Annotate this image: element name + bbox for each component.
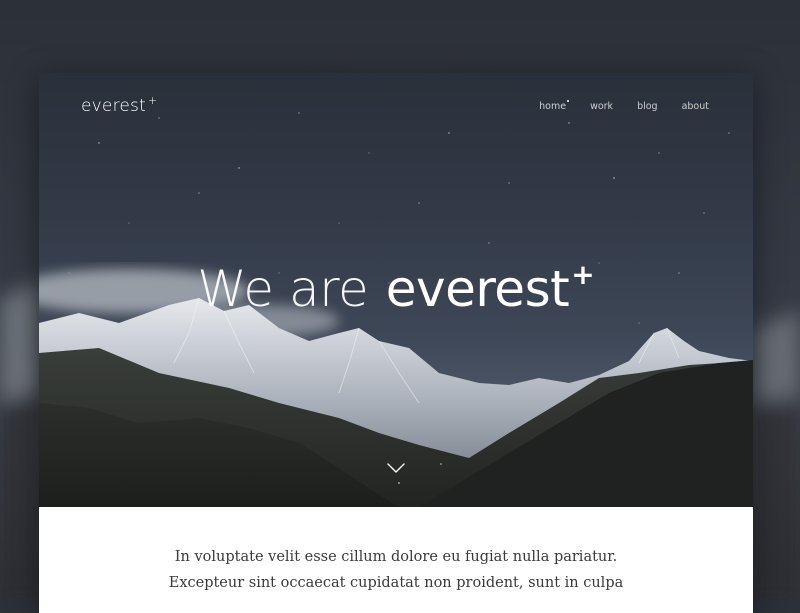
- intro-section: In voluptate velit esse cillum dolore eu…: [39, 507, 753, 613]
- nav-item-blog[interactable]: blog: [637, 101, 658, 112]
- nav-item-label: home: [539, 101, 567, 112]
- nav-item-label: blog: [637, 101, 658, 112]
- intro-text-line-2: Excepteur sint occaecat cupidatat non pr…: [168, 575, 624, 591]
- nav-item-about[interactable]: about: [682, 101, 709, 112]
- hero-headline: We are everest+: [39, 258, 753, 325]
- chevron-down-icon[interactable]: [385, 460, 407, 474]
- site-logo[interactable]: everest +: [81, 94, 158, 116]
- page-card: everest + home work blog about We are eve…: [39, 73, 753, 613]
- headline-light: We are: [197, 260, 369, 318]
- headline-brand: everest: [385, 260, 570, 318]
- logo-text: everest: [81, 96, 146, 116]
- intro-text-line-1: In voluptate velit esse cillum dolore eu…: [174, 549, 618, 565]
- nav-item-home[interactable]: home: [539, 100, 570, 112]
- active-indicator: [567, 100, 570, 102]
- main-nav: home work blog about: [515, 100, 709, 112]
- headline-plus: +: [571, 258, 595, 291]
- hero-section: everest + home work blog about We are eve…: [39, 73, 753, 507]
- nav-item-work[interactable]: work: [590, 101, 613, 112]
- logo-plus: +: [147, 94, 158, 107]
- nav-item-label: work: [590, 101, 614, 112]
- nav-item-label: about: [681, 101, 709, 112]
